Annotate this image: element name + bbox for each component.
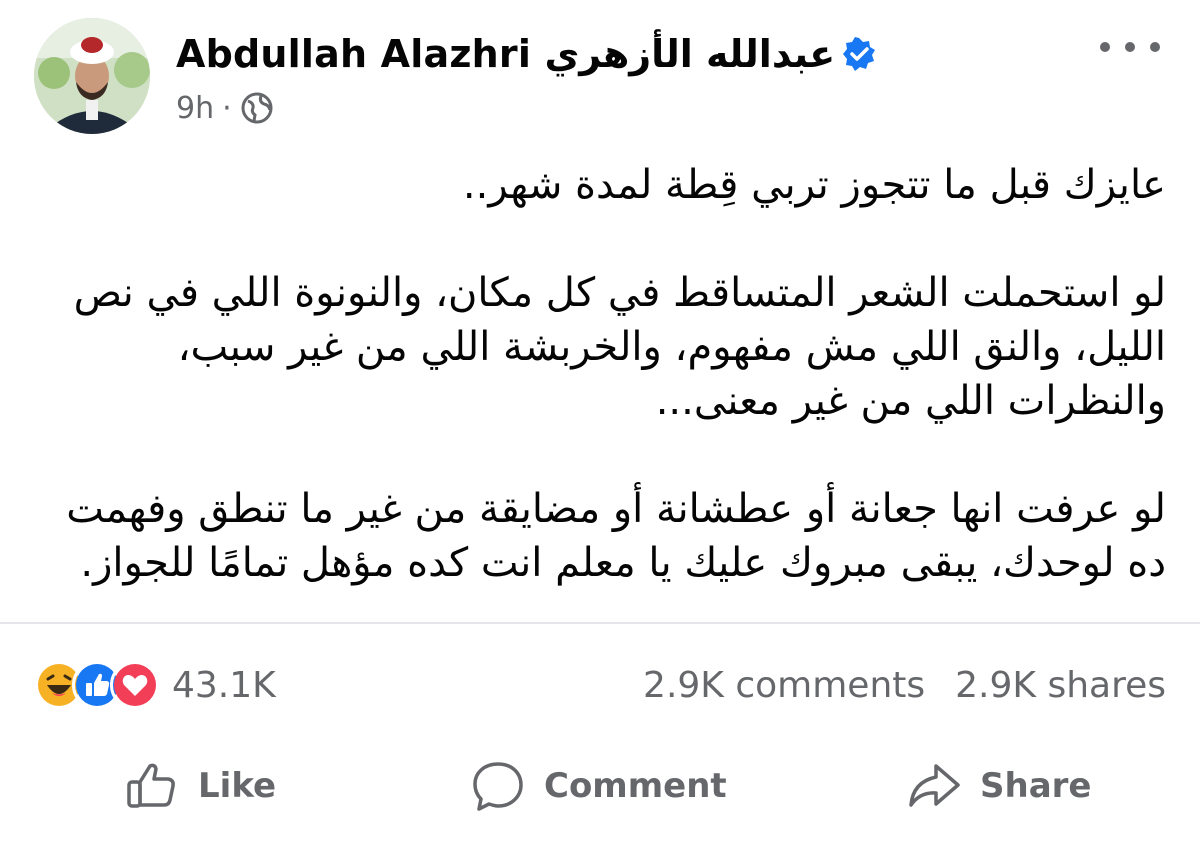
comment-icon bbox=[473, 762, 523, 811]
post-time[interactable]: 9h bbox=[176, 91, 214, 126]
more-dot bbox=[1100, 42, 1110, 52]
share-label: Share bbox=[980, 766, 1092, 806]
author-row: Abdullah Alazhri عبدالله الأزهري bbox=[176, 26, 877, 82]
post-paragraph: عايزك قبل ما تتجوز تربي قِطة لمدة شهر.. bbox=[462, 162, 1166, 208]
author-name[interactable]: Abdullah Alazhri عبدالله الأزهري bbox=[176, 32, 835, 76]
post-actions: Like Comment Share bbox=[0, 748, 1200, 824]
like-button[interactable]: Like bbox=[124, 748, 276, 824]
divider bbox=[0, 622, 1200, 624]
share-button[interactable]: Share bbox=[906, 748, 1091, 824]
post-header: Abdullah Alazhri عبدالله الأزهري 9h · bbox=[0, 0, 1200, 150]
verified-badge-icon bbox=[841, 36, 877, 72]
share-icon bbox=[909, 764, 960, 807]
reactions-count: 43.1K bbox=[172, 664, 276, 706]
reactions-summary[interactable]: 43.1K bbox=[34, 656, 276, 714]
avatar[interactable] bbox=[34, 18, 150, 134]
comment-label: Comment bbox=[544, 766, 727, 806]
more-dot bbox=[1125, 42, 1135, 52]
post-text: عايزك قبل ما تتجوز تربي قِطة لمدة شهر.. … bbox=[40, 158, 1166, 644]
comment-button[interactable]: Comment bbox=[470, 748, 727, 824]
thumbs-up-icon bbox=[127, 763, 175, 808]
like-label: Like bbox=[198, 766, 277, 806]
love-icon bbox=[110, 660, 160, 710]
more-dot bbox=[1150, 42, 1160, 52]
shares-count[interactable]: 2.9K shares bbox=[955, 665, 1166, 706]
post-stats: 43.1K 2.9K comments 2.9K shares bbox=[34, 656, 1166, 714]
post-meta: 9h · bbox=[176, 86, 274, 130]
more-options-icon[interactable] bbox=[1100, 30, 1160, 64]
post-paragraph: لو استحملت الشعر المتساقط في كل مكان، وا… bbox=[73, 270, 1166, 424]
post-paragraph: لو عرفت انها جعانة أو عطشانة أو مضايقة م… bbox=[66, 486, 1166, 586]
comments-count[interactable]: 2.9K comments bbox=[643, 665, 925, 706]
engagement-counts: 2.9K comments 2.9K shares bbox=[643, 656, 1166, 714]
globe-icon bbox=[240, 91, 274, 125]
meta-separator: · bbox=[222, 90, 232, 126]
